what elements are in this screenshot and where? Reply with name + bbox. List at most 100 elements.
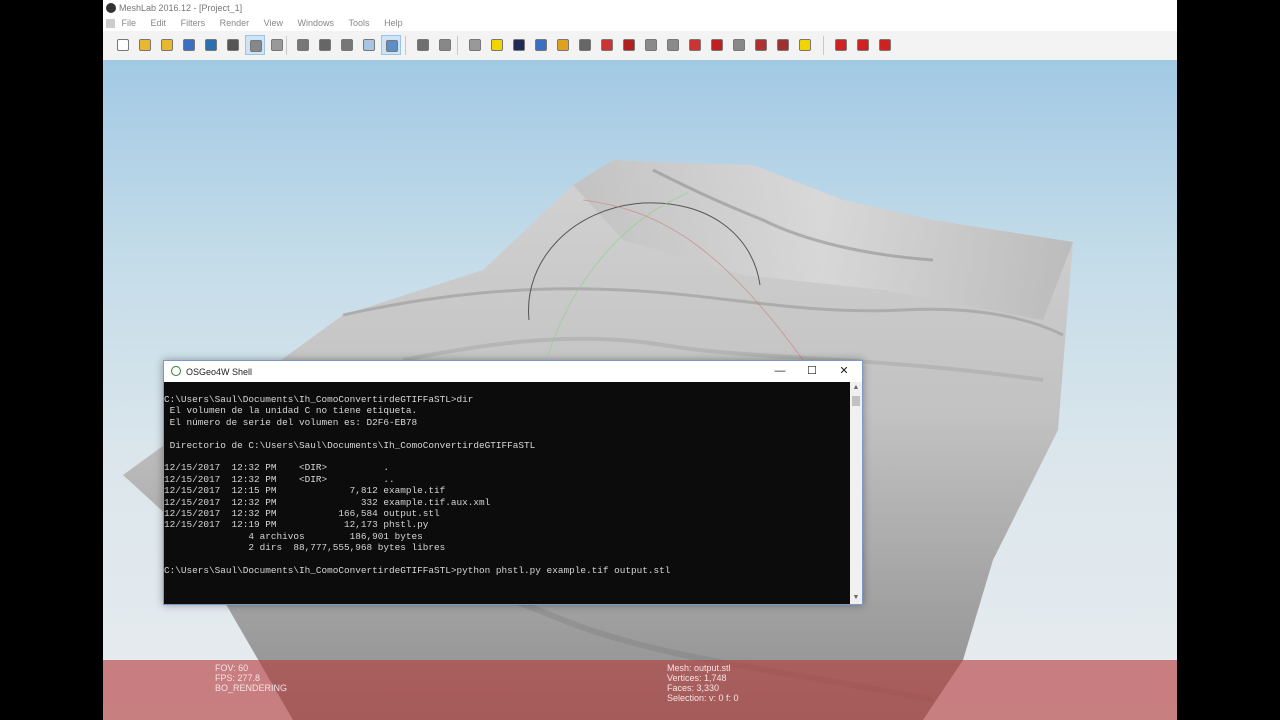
delete-vertices-button[interactable] [853, 35, 873, 55]
color-paint-button[interactable] [619, 35, 639, 55]
double-side-light-button[interactable] [435, 35, 455, 55]
mesh-info-icon [513, 39, 525, 51]
console-line: El volumen de la unidad C no tiene etiqu… [164, 405, 418, 417]
snapshot-icon [227, 39, 239, 51]
raster-layers-icon [271, 39, 283, 51]
new-project-icon [117, 39, 129, 51]
main-toolbar [103, 31, 1177, 61]
select-faces-button[interactable] [641, 35, 661, 55]
menu-app-icon [106, 19, 115, 28]
import-mesh-button[interactable] [157, 35, 177, 55]
shell-titlebar[interactable]: OSGeo4W Shell — ☐ ✕ [164, 361, 862, 382]
align-button[interactable] [575, 35, 595, 55]
annotation-a-icon [491, 39, 503, 51]
bounding-box-button[interactable] [293, 35, 313, 55]
close-button[interactable]: ✕ [828, 361, 860, 382]
about-info-icon [799, 39, 811, 51]
import-mesh-icon [161, 39, 173, 51]
fps-readout: FPS: 277.8 [215, 673, 261, 683]
open-project-icon [139, 39, 151, 51]
osgeo-shell-icon [171, 366, 181, 376]
paint-brush-icon [601, 39, 613, 51]
wireframe-button[interactable] [337, 35, 357, 55]
paint-brush-button[interactable] [597, 35, 617, 55]
mesh-name-readout: Mesh: output.stl [667, 663, 731, 673]
pick-points-icon [557, 39, 569, 51]
console-line: 12/15/2017 12:32 PM 166,584 output.stl [164, 507, 440, 519]
menu-edit[interactable]: Edit [151, 16, 167, 31]
color-paint-icon [623, 39, 635, 51]
console-line: 12/15/2017 12:32 PM <DIR> .. [164, 473, 395, 485]
menu-render[interactable]: Render [220, 16, 250, 31]
console-scrollbar[interactable]: ▲ ▼ [850, 382, 862, 604]
wireframe-icon [341, 39, 353, 51]
meshlab-logo-icon [106, 3, 116, 13]
annotation-a-button[interactable] [487, 35, 507, 55]
menu-windows[interactable]: Windows [298, 16, 335, 31]
select-box-button[interactable] [729, 35, 749, 55]
app-title: MeshLab 2016.12 - [Project_1] [119, 3, 243, 13]
menu-view[interactable]: View [264, 16, 283, 31]
georef-icon [711, 39, 723, 51]
measure-tool-icon [535, 39, 547, 51]
flat-shading-button[interactable] [359, 35, 379, 55]
points-button[interactable] [315, 35, 335, 55]
selection-readout: Selection: v: 0 f: 0 [667, 693, 739, 703]
select-connected-button[interactable] [685, 35, 705, 55]
osgeo4w-shell-window[interactable]: OSGeo4W Shell — ☐ ✕ C:\Users\Saul\Docume… [163, 360, 863, 605]
z-paint-button[interactable] [751, 35, 771, 55]
scroll-up-icon[interactable]: ▲ [850, 382, 862, 394]
pick-points-button[interactable] [553, 35, 573, 55]
maximize-button[interactable]: ☐ [796, 361, 828, 382]
georef-button[interactable] [707, 35, 727, 55]
export-mesh-button[interactable] [201, 35, 221, 55]
measure-tool-button[interactable] [531, 35, 551, 55]
shell-title: OSGeo4W Shell [186, 367, 253, 377]
render-mode-readout: BO_RENDERING [215, 683, 288, 693]
trackball-button[interactable] [465, 35, 485, 55]
about-info-button[interactable] [795, 35, 815, 55]
menu-filters[interactable]: Filters [181, 16, 206, 31]
points-icon [319, 39, 331, 51]
scroll-down-icon[interactable]: ▼ [850, 592, 862, 604]
render-info: FOV: 60 FPS: 277.8 BO_RENDERING [215, 663, 287, 693]
console-line: 12/15/2017 12:19 PM 12,173 phstl.py [164, 519, 429, 531]
new-project-button[interactable] [113, 35, 133, 55]
delete-faces-button[interactable] [831, 35, 851, 55]
select-vertices-button[interactable] [663, 35, 683, 55]
smooth-shading-button[interactable] [381, 35, 401, 55]
console-line: 4 archivos 186,901 bytes [164, 530, 423, 542]
console-line: Directorio de C:\Users\Saul\Documents\Ih… [164, 439, 536, 451]
console-line: C:\Users\Saul\Documents\Ih_ComoConvertir… [164, 564, 671, 576]
console-line: 2 dirs 88,777,555,968 bytes libres [164, 542, 446, 554]
light-on-button[interactable] [413, 35, 433, 55]
reload-button[interactable] [179, 35, 199, 55]
menu-tools[interactable]: Tools [349, 16, 370, 31]
toolbar-separator [457, 36, 458, 55]
snapshot-button[interactable] [223, 35, 243, 55]
select-box-icon [733, 39, 745, 51]
menu-help[interactable]: Help [384, 16, 403, 31]
menu-file[interactable]: File [122, 16, 137, 31]
fov-readout: FOV: 60 [215, 663, 249, 673]
delete-faces-icon [835, 39, 847, 51]
delete-all-selected-button[interactable] [875, 35, 895, 55]
scroll-thumb[interactable] [852, 396, 860, 406]
console-output[interactable]: C:\Users\Saul\Documents\Ih_ComoConvertir… [164, 382, 850, 604]
select-faces-icon [645, 39, 657, 51]
align-icon [579, 39, 591, 51]
toolbar-separator [286, 36, 287, 55]
mesh-info-button[interactable] [509, 35, 529, 55]
open-project-button[interactable] [135, 35, 155, 55]
export-mesh-icon [205, 39, 217, 51]
layers-button[interactable] [245, 35, 265, 55]
raster-layers-button[interactable] [267, 35, 287, 55]
trackball-icon [469, 39, 481, 51]
faces-readout: Faces: 3,330 [667, 683, 720, 693]
z-paint-icon [755, 39, 767, 51]
minimize-button[interactable]: — [764, 361, 796, 382]
quality-map-button[interactable] [773, 35, 793, 55]
